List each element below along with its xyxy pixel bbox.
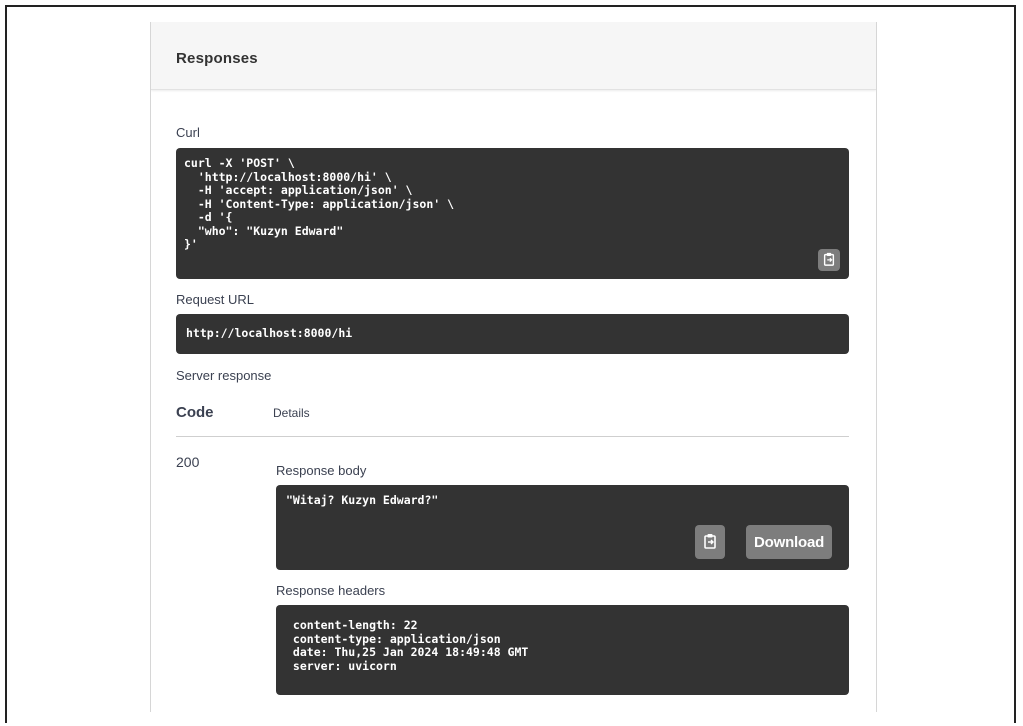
response-table-divider [176,436,849,437]
response-headers-box[interactable]: content-length: 22 content-type: applica… [276,605,849,695]
copy-response-button[interactable] [695,525,725,559]
clipboard-icon [702,533,718,552]
request-url-value: http://localhost:8000/hi [186,326,353,340]
response-headers-label: Response headers [276,583,386,598]
response-body-value: "Witaj? Kuzyn Edward?" [286,493,439,507]
code-column-header: Code [176,404,214,421]
response-body-label: Response body [276,463,367,478]
request-url-label: Request URL [176,292,255,307]
curl-command-box[interactable]: curl -X 'POST' \ 'http://localhost:8000/… [176,148,849,279]
curl-command-text: curl -X 'POST' \ 'http://localhost:8000/… [184,156,455,251]
request-url-box[interactable]: http://localhost:8000/hi [176,314,849,354]
clipboard-icon [822,252,836,269]
responses-title: Responses [176,50,258,67]
response-body-box[interactable]: "Witaj? Kuzyn Edward?" Download [276,485,849,570]
server-response-label: Server response [176,368,272,383]
responses-panel: Responses Curl curl -X 'POST' \ 'http://… [150,22,877,712]
responses-header: Responses [151,22,876,90]
download-button[interactable]: Download [746,525,833,559]
details-column-header: Details [273,406,310,420]
curl-label: Curl [176,125,200,140]
response-headers-value: content-length: 22 content-type: applica… [292,618,529,673]
response-code: 200 [176,454,200,470]
copy-curl-button[interactable] [818,249,840,271]
